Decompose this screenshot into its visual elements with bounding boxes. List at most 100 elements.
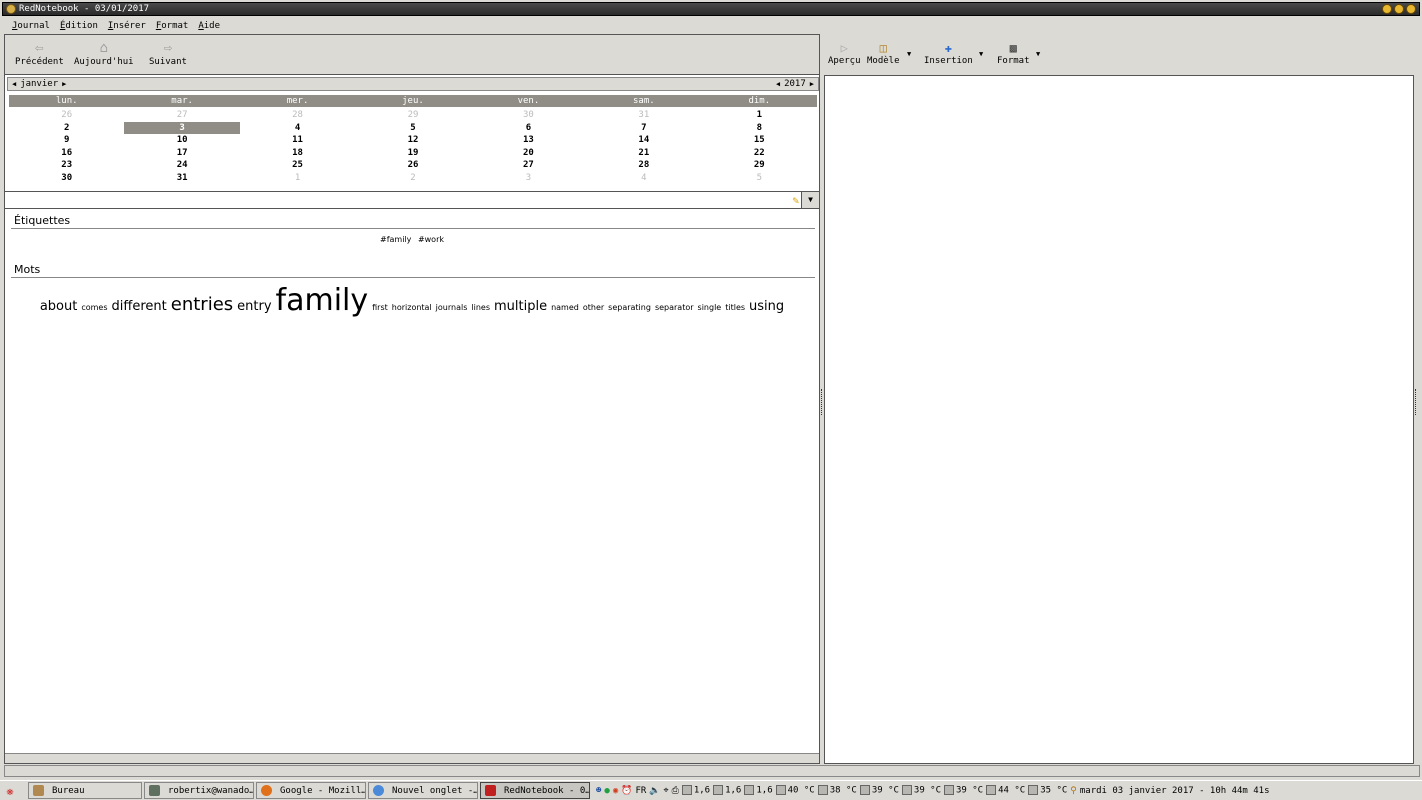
calendar-day[interactable]: 3 (471, 172, 586, 185)
calendar-day[interactable]: 30 (9, 172, 124, 185)
prev-year-icon[interactable]: ◀ (772, 80, 784, 88)
calendar-day[interactable]: 31 (124, 172, 239, 185)
window-titlebar[interactable]: RedNotebook - 03/01/2017 (2, 2, 1420, 16)
preview-button[interactable]: ▷ Aperçu (828, 40, 861, 66)
menu-aide[interactable]: Aide (198, 21, 220, 31)
task-chrome[interactable]: Nouvel onglet -… (368, 782, 478, 799)
word-cloud-item[interactable]: horizontal (392, 303, 432, 312)
calendar-day[interactable]: 16 (9, 147, 124, 160)
calendar-day[interactable]: 27 (124, 109, 239, 122)
tag-item[interactable]: #family (380, 235, 411, 244)
calendar-day[interactable]: 24 (124, 159, 239, 172)
close-button[interactable] (1406, 4, 1416, 14)
user-icon[interactable]: ☻ (596, 786, 601, 796)
left-horizontal-scrollbar[interactable] (5, 753, 819, 763)
next-month-icon[interactable]: ▶ (58, 80, 70, 88)
insert-button[interactable]: ✚ Insertion (924, 40, 973, 66)
calendar-day[interactable]: 18 (240, 147, 355, 160)
calendar-day[interactable]: 2 (355, 172, 470, 185)
word-cloud-item[interactable]: other (583, 303, 604, 312)
calendar-day[interactable]: 29 (355, 109, 470, 122)
calendar-day[interactable]: 13 (471, 134, 586, 147)
calendar-day[interactable]: 26 (9, 109, 124, 122)
chrome-tray-icon[interactable]: ◉ (613, 786, 618, 796)
minimize-button[interactable] (1382, 4, 1392, 14)
search-input[interactable] (7, 193, 777, 207)
calendar-day[interactable]: 9 (9, 134, 124, 147)
calendar-day[interactable]: 7 (586, 122, 701, 135)
calendar-day[interactable]: 10 (124, 134, 239, 147)
previous-day-button[interactable]: ⇦ Précédent (15, 39, 64, 67)
calendar-day[interactable]: 6 (471, 122, 586, 135)
menu-format[interactable]: Format (156, 21, 189, 31)
calendar-day[interactable]: 27 (471, 159, 586, 172)
word-cloud-item[interactable]: first (372, 303, 388, 312)
calendar-day[interactable]: 12 (355, 134, 470, 147)
word-cloud-item[interactable]: separating (608, 303, 651, 312)
clock[interactable]: mardi 03 janvier 2017 - 10h 44m 41s (1080, 786, 1270, 796)
calendar-day[interactable]: 26 (355, 159, 470, 172)
clear-search-icon[interactable]: ✎ (792, 194, 799, 207)
calendar-day[interactable]: 23 (9, 159, 124, 172)
calendar-day[interactable]: 2 (9, 122, 124, 135)
format-dropdown-icon[interactable]: ▼ (1036, 50, 1040, 58)
search-dropdown-button[interactable]: ▼ (801, 192, 819, 208)
calendar-day[interactable]: 21 (586, 147, 701, 160)
calendar-day-selected[interactable]: 3 (124, 121, 240, 135)
printer-icon[interactable]: ⎙ (672, 786, 679, 796)
keyboard-layout[interactable]: FR (635, 786, 646, 796)
calendar-day[interactable]: 25 (240, 159, 355, 172)
word-cloud-item[interactable]: named (551, 303, 579, 312)
magnifier-icon[interactable]: ⚲ (1070, 786, 1077, 796)
next-day-button[interactable]: ⇨ Suivant (149, 39, 187, 67)
word-cloud-item[interactable]: family (276, 283, 369, 318)
template-dropdown-icon[interactable]: ▼ (907, 50, 911, 58)
insert-dropdown-icon[interactable]: ▼ (979, 50, 983, 58)
word-cloud-item[interactable]: titles (725, 303, 745, 312)
calendar-day[interactable]: 30 (471, 109, 586, 122)
task-rednotebook[interactable]: RedNotebook - 0… (480, 782, 590, 799)
calendar-day[interactable]: 1 (240, 172, 355, 185)
word-cloud-item[interactable]: entry (237, 299, 271, 314)
word-cloud-item[interactable]: entries (171, 294, 233, 315)
calendar-day[interactable]: 20 (471, 147, 586, 160)
word-cloud-item[interactable]: comes (81, 303, 107, 312)
calendar-day[interactable]: 14 (586, 134, 701, 147)
task-firefox[interactable]: Google - Mozill… (256, 782, 366, 799)
task-terminal[interactable]: robertix@wanado… (144, 782, 254, 799)
word-cloud-item[interactable]: multiple (494, 299, 547, 314)
word-cloud-item[interactable]: different (112, 299, 167, 314)
format-button[interactable]: ▩ Format (997, 40, 1030, 66)
calendar-day[interactable]: 4 (586, 172, 701, 185)
prev-month-icon[interactable]: ◀ (8, 80, 20, 88)
network-icon[interactable]: ⌖ (664, 786, 669, 796)
calendar-day[interactable]: 28 (240, 109, 355, 122)
calendar-day[interactable]: 31 (586, 109, 701, 122)
word-cloud-item[interactable]: using (749, 299, 784, 314)
calendar-day[interactable]: 11 (240, 134, 355, 147)
alarm-icon[interactable]: ⏰ (621, 786, 632, 796)
calendar-day[interactable]: 4 (240, 122, 355, 135)
calendar-day[interactable]: 1 (702, 109, 817, 122)
volume-icon[interactable]: 🔈 (649, 786, 660, 796)
word-cloud-item[interactable]: single (698, 303, 722, 312)
menu-edition[interactable]: Édition (60, 21, 98, 31)
calendar-day[interactable]: 17 (124, 147, 239, 160)
template-button[interactable]: ◫ Modèle (867, 40, 900, 66)
calendar-day[interactable]: 15 (702, 134, 817, 147)
today-button[interactable]: ⌂ Aujourd'hui (74, 39, 134, 67)
word-cloud-item[interactable]: separator (655, 303, 694, 312)
calendar-day[interactable]: 19 (355, 147, 470, 160)
calendar-day[interactable]: 8 (702, 122, 817, 135)
calendar-day[interactable]: 28 (586, 159, 701, 172)
entry-editor[interactable] (824, 75, 1414, 764)
editor-scrollbar[interactable] (1414, 75, 1420, 764)
calendar-day[interactable]: 29 (702, 159, 817, 172)
chat-icon[interactable]: ● (604, 786, 609, 796)
word-cloud-item[interactable]: lines (471, 303, 490, 312)
word-cloud-item[interactable]: about (40, 299, 78, 314)
calendar-day[interactable]: 5 (355, 122, 470, 135)
tag-item[interactable]: #work (418, 235, 444, 244)
start-menu-icon[interactable]: ❋ (0, 782, 20, 800)
word-cloud-item[interactable]: journals (436, 303, 468, 312)
